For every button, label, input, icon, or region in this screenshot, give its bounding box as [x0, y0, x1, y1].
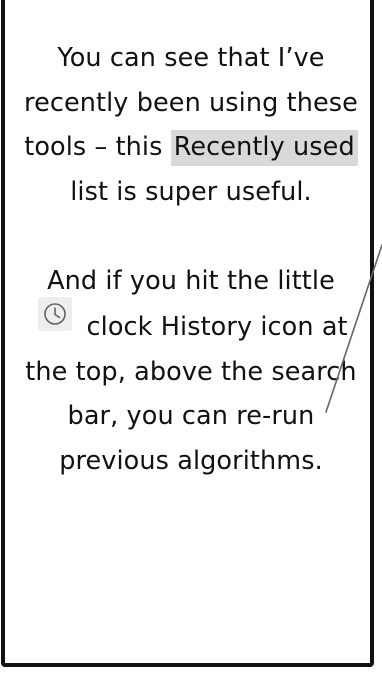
callout-paragraph-1: You can see that I’ve recently been usin…: [22, 36, 360, 214]
paragraph-1-text-after: list is super useful.: [70, 176, 312, 207]
paragraph-2-text-before: And if you hit the little: [47, 265, 335, 296]
clock-icon: [38, 297, 73, 331]
callout-paragraph-2: And if you hit the little clock History …: [22, 259, 360, 484]
recently-used-highlight: Recently used: [170, 130, 358, 166]
callout-text: You can see that I’ve recently been usin…: [22, 36, 360, 483]
paragraph-2-text-after: clock History icon at the top, above the…: [25, 312, 357, 476]
